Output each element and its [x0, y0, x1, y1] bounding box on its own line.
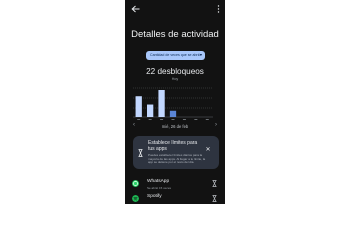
chart-bar[interactable]	[158, 90, 165, 117]
page-title: Detalles de actividad	[131, 29, 219, 40]
app-limits-card[interactable]: Establece límites para tus apps Puedes e…	[133, 136, 219, 169]
unlock-count: 22 desbloqueos	[146, 67, 204, 76]
selected-date: mié, 26 de feb	[161, 124, 189, 129]
period-label: Hoy	[171, 77, 179, 81]
back-arrow-icon[interactable]	[131, 5, 140, 13]
chart-day-tick	[148, 119, 152, 120]
chart-day-tick	[194, 119, 198, 120]
chart-bar[interactable]	[147, 104, 154, 117]
app-timer-icon[interactable]	[212, 180, 217, 187]
app-open-count: Se abrió 15 veces	[147, 185, 172, 190]
card-body: Puedes establecer límites diarios para l…	[148, 153, 206, 165]
chart-bar[interactable]	[169, 110, 177, 117]
chart-day-tick	[182, 119, 186, 120]
app-name: WhatsApp	[147, 179, 170, 184]
app-row-whatsapp[interactable]: WhatsApp Se abrió 15 veces	[125, 178, 225, 192]
chart-day-tick	[205, 119, 209, 120]
hourglass-icon	[138, 149, 143, 157]
top-app-bar	[125, 0, 225, 18]
app-timer-icon[interactable]	[212, 195, 217, 202]
app-name: Spotify	[147, 194, 162, 199]
metric-selector-chip[interactable]: Cantidad de veces que se abrió	[146, 51, 205, 60]
phone-screen: Detalles de actividad Cantidad de veces …	[125, 0, 225, 204]
close-icon[interactable]: ✕	[205, 147, 211, 153]
chart-day-tick	[160, 119, 164, 120]
metric-selector-label: Cantidad de veces que se abrió	[150, 53, 201, 57]
more-options-icon[interactable]	[217, 5, 220, 13]
whatsapp-icon	[132, 180, 139, 187]
spotify-icon	[132, 195, 139, 202]
dropdown-caret-icon	[200, 54, 202, 57]
chart-bar[interactable]	[135, 96, 142, 117]
next-day-icon[interactable]: ›	[213, 122, 219, 128]
chart-day-tick	[137, 119, 141, 120]
card-title: Establece límites para tus apps	[148, 140, 198, 152]
chart-day-tick	[171, 119, 175, 120]
app-row-spotify[interactable]: Spotify	[125, 193, 225, 204]
activity-bar-chart	[133, 87, 213, 120]
